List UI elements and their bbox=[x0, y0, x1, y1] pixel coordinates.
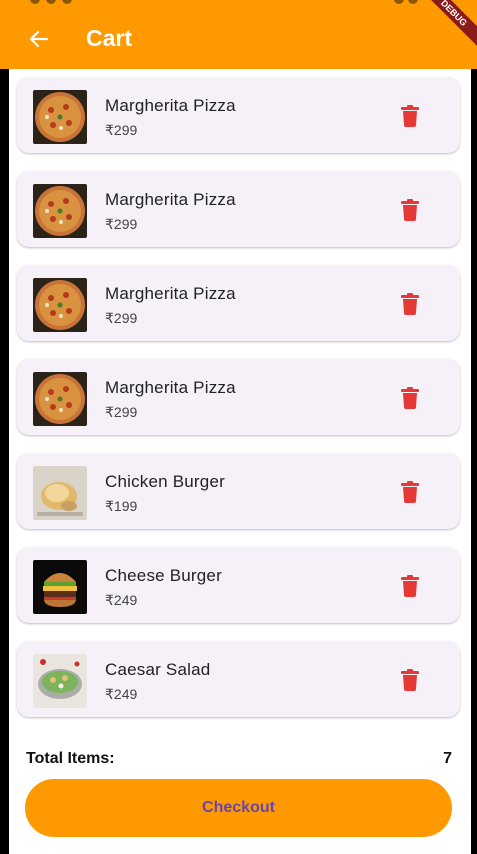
status-icon bbox=[46, 0, 56, 4]
page-title: Cart bbox=[86, 25, 133, 51]
trash-icon[interactable] bbox=[400, 481, 420, 503]
item-image-pizza bbox=[33, 278, 87, 332]
trash-icon[interactable] bbox=[400, 293, 420, 315]
trash-icon[interactable] bbox=[400, 387, 420, 409]
cart-item: Margherita Pizza ₹299 bbox=[17, 359, 460, 435]
item-price: ₹249 bbox=[105, 592, 138, 608]
item-name: Chicken Burger bbox=[105, 472, 225, 491]
item-image-cheese-burger bbox=[33, 560, 87, 614]
cart-item: Margherita Pizza ₹299 bbox=[17, 77, 460, 153]
trash-icon[interactable] bbox=[400, 199, 420, 221]
item-image-chicken-burger bbox=[33, 466, 87, 520]
cart-item: Caesar Salad ₹249 bbox=[17, 641, 460, 717]
status-icon bbox=[62, 0, 72, 4]
item-price: ₹249 bbox=[105, 686, 138, 702]
item-price: ₹299 bbox=[105, 122, 138, 138]
item-name: Margherita Pizza bbox=[105, 284, 236, 303]
total-items-value: 7 bbox=[443, 750, 452, 767]
arrow-back-icon[interactable] bbox=[27, 27, 51, 51]
item-image-caesar-salad bbox=[33, 654, 87, 708]
cart-item: Margherita Pizza ₹299 bbox=[17, 171, 460, 247]
item-image-pizza bbox=[33, 372, 87, 426]
screen: Margherita Pizza ₹299 Margherita Pizza ₹… bbox=[9, 0, 471, 854]
app-bar-overlay: Cart DEBUG bbox=[0, 0, 477, 69]
item-image-pizza bbox=[33, 90, 87, 144]
item-price: ₹299 bbox=[105, 216, 138, 232]
total-items-label: Total Items: bbox=[26, 750, 115, 767]
trash-icon[interactable] bbox=[400, 105, 420, 127]
item-price: ₹299 bbox=[105, 310, 138, 326]
cart-item: Chicken Burger ₹199 bbox=[17, 453, 460, 529]
item-name: Margherita Pizza bbox=[105, 96, 236, 115]
item-image-pizza bbox=[33, 184, 87, 238]
cart-item: Margherita Pizza ₹299 bbox=[17, 265, 460, 341]
cart-list[interactable]: Margherita Pizza ₹299 Margherita Pizza ₹… bbox=[9, 69, 471, 724]
cart-item: Cheese Burger ₹249 bbox=[17, 547, 460, 623]
item-name: Margherita Pizza bbox=[105, 190, 236, 209]
status-icon bbox=[394, 0, 404, 4]
checkout-button[interactable]: Checkout bbox=[25, 779, 452, 837]
trash-icon[interactable] bbox=[400, 575, 420, 597]
item-name: Caesar Salad bbox=[105, 660, 211, 679]
item-price: ₹199 bbox=[105, 498, 138, 514]
item-name: Cheese Burger bbox=[105, 566, 222, 585]
trash-icon[interactable] bbox=[400, 669, 420, 691]
item-name: Margherita Pizza bbox=[105, 378, 236, 397]
cart-footer: Total Items: 7 Checkout bbox=[9, 724, 471, 854]
debug-label: DEBUG bbox=[417, 0, 477, 50]
debug-banner: DEBUG bbox=[417, 0, 477, 60]
status-icon bbox=[30, 0, 40, 4]
item-price: ₹299 bbox=[105, 404, 138, 420]
